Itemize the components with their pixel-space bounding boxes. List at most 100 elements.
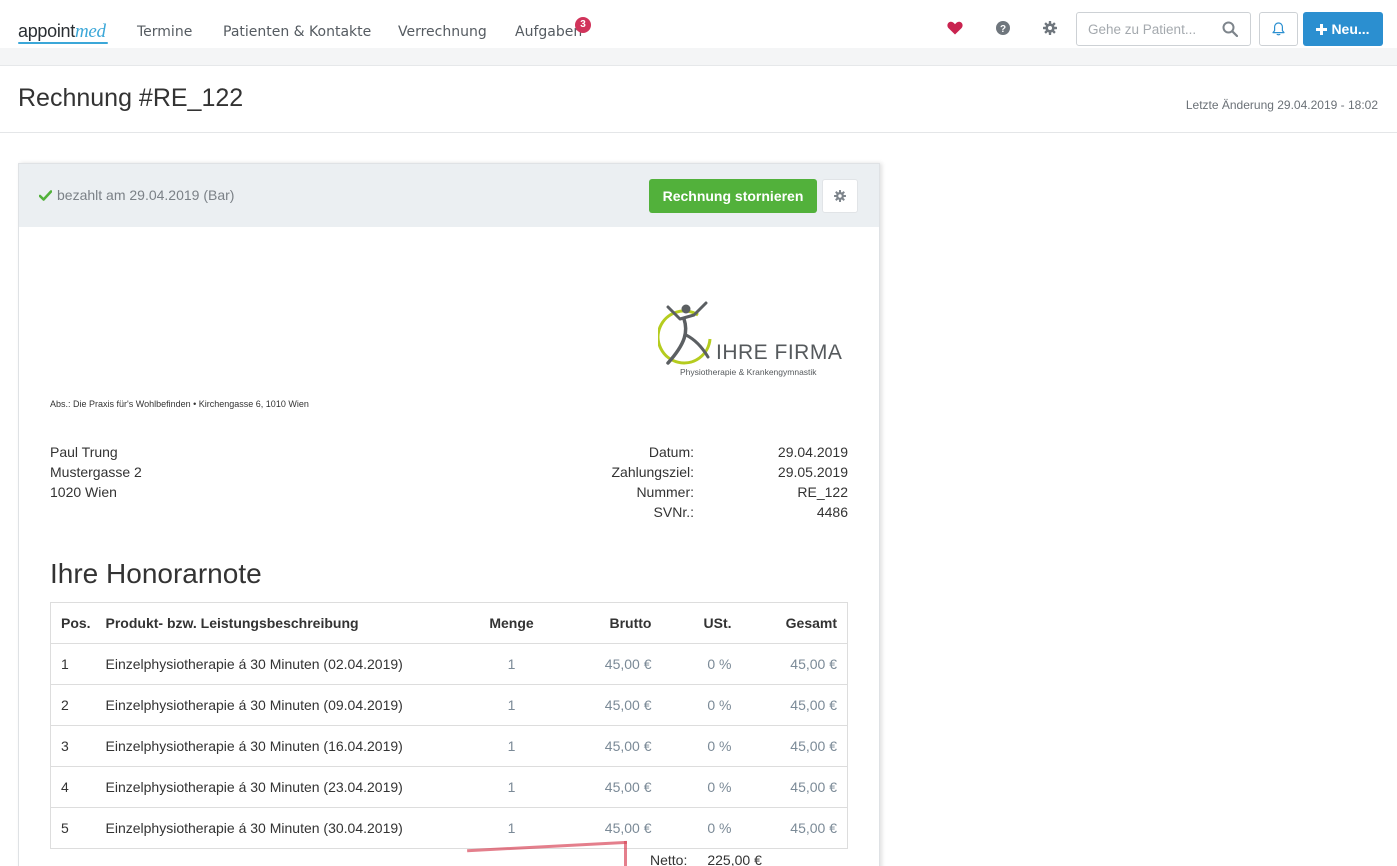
- sender-line: Abs.: Die Praxis für's Wohlbefinden • Ki…: [50, 399, 309, 409]
- table-row: 1 Einzelphysiotherapie á 30 Minuten (02.0…: [50, 643, 848, 685]
- tasks-count-badge: 3: [575, 17, 591, 33]
- meta-label: SVNr.:: [653, 504, 694, 520]
- search-input[interactable]: [1088, 20, 1218, 38]
- heart-icon: [947, 21, 963, 35]
- invoice-card: bezahlt am 29.04.2019 (Bar) Rechnung sto…: [18, 163, 880, 866]
- row-gross: 45,00 €: [556, 684, 662, 726]
- settings-button[interactable]: [1040, 18, 1060, 38]
- invoice-heading: Ihre Honorarnote: [50, 558, 262, 589]
- bell-icon: [1272, 22, 1285, 36]
- recipient-name: Paul Trung: [50, 444, 118, 460]
- meta-value: RE_122: [797, 484, 848, 500]
- row-description: Einzelphysiotherapie á 30 Minuten (02.04…: [105, 643, 467, 685]
- meta-value: 4486: [816, 504, 848, 520]
- nav-item-aufgaben[interactable]: Aufgaben: [515, 24, 582, 40]
- logo-underline: [18, 42, 108, 44]
- row-position: 4: [50, 766, 106, 808]
- logo-accent: med: [74, 21, 106, 42]
- cancel-invoice-button[interactable]: Rechnung stornieren: [649, 179, 817, 213]
- row-position: 2: [50, 684, 106, 726]
- row-description: Einzelphysiotherapie á 30 Minuten (09.04…: [105, 684, 467, 726]
- meta-label: Nummer:: [636, 484, 694, 500]
- meta-row-svnr: SVNr.: 4486: [590, 502, 848, 522]
- paid-stamp-mark: [624, 841, 627, 866]
- app-logo[interactable]: appointmed: [18, 21, 106, 43]
- row-quantity: 1: [466, 684, 557, 726]
- row-position: 3: [50, 725, 106, 767]
- row-total: 45,00 €: [741, 684, 848, 726]
- new-button-label: Neu...: [1331, 21, 1370, 37]
- gear-icon: [1043, 21, 1057, 35]
- invoice-items-table: Pos. Produkt- bzw. Leistungsbeschreibung…: [50, 602, 848, 849]
- row-description: Einzelphysiotherapie á 30 Minuten (16.04…: [105, 725, 467, 767]
- company-name: IHRE FIRMA: [716, 341, 843, 364]
- row-description: Einzelphysiotherapie á 30 Minuten (30.04…: [105, 807, 467, 849]
- meta-value: 29.04.2019: [777, 444, 848, 460]
- netto-total: Netto: 225,00 €: [650, 852, 762, 866]
- row-total: 45,00 €: [741, 807, 848, 849]
- invoice-settings-button[interactable]: [822, 179, 858, 213]
- row-description: Einzelphysiotherapie á 30 Minuten (23.04…: [105, 766, 467, 808]
- table-row: 5 Einzelphysiotherapie á 30 Minuten (30.0…: [50, 807, 848, 849]
- row-position: 5: [50, 807, 106, 849]
- gear-icon: [834, 190, 846, 202]
- patient-search[interactable]: [1076, 12, 1251, 46]
- company-subtitle: Physiotherapie & Krankengymnastik: [680, 367, 817, 377]
- table-header-row: Pos. Produkt- bzw. Leistungsbeschreibung…: [50, 602, 848, 644]
- search-icon[interactable]: [1222, 21, 1239, 41]
- nav-item-patienten[interactable]: Patienten & Kontakte: [223, 24, 371, 40]
- row-vat: 0 %: [661, 684, 742, 726]
- meta-row-datum: Datum: 29.04.2019: [590, 442, 848, 462]
- row-total: 45,00 €: [741, 643, 848, 685]
- nav-item-verrechnung[interactable]: Verrechnung: [398, 24, 487, 40]
- row-position: 1: [50, 643, 106, 685]
- table-row: 3 Einzelphysiotherapie á 30 Minuten (16.0…: [50, 725, 848, 767]
- row-vat: 0 %: [661, 643, 742, 685]
- help-icon: ?: [996, 21, 1010, 35]
- invoice-card-header: bezahlt am 29.04.2019 (Bar) Rechnung sto…: [19, 164, 879, 227]
- meta-label: Zahlungsziel:: [611, 464, 695, 480]
- check-icon: [39, 189, 52, 201]
- meta-row-zahlungsziel: Zahlungsziel: 29.05.2019: [590, 462, 849, 482]
- recipient-address: Paul Trung Mustergasse 2 1020 Wien: [50, 442, 142, 502]
- last-change-info: Letzte Änderung 29.04.2019 - 18:02: [1185, 98, 1378, 112]
- row-quantity: 1: [466, 643, 557, 685]
- meta-row-nummer: Nummer: RE_122: [590, 482, 848, 502]
- company-logo-mark: [658, 301, 712, 365]
- recipient-street: Mustergasse 2: [50, 464, 142, 480]
- column-header: Brutto: [556, 602, 662, 644]
- new-button[interactable]: Neu...: [1303, 12, 1383, 46]
- row-quantity: 1: [466, 766, 557, 808]
- row-vat: 0 %: [661, 807, 742, 849]
- column-header: USt.: [661, 602, 742, 644]
- row-quantity: 1: [466, 725, 557, 767]
- row-quantity: 1: [466, 807, 557, 849]
- svg-text:?: ?: [1000, 24, 1006, 35]
- table-row: 4 Einzelphysiotherapie á 30 Minuten (23.0…: [50, 766, 848, 808]
- navbar-subbar: [0, 48, 1397, 66]
- meta-value: 29.05.2019: [777, 464, 848, 480]
- help-button[interactable]: ?: [993, 18, 1013, 38]
- payment-status-text: bezahlt am 29.04.2019 (Bar): [57, 187, 235, 203]
- nav-item-termine[interactable]: Termine: [137, 24, 192, 40]
- column-header: Menge: [466, 602, 557, 644]
- row-vat: 0 %: [661, 766, 742, 808]
- column-header: Gesamt: [741, 602, 848, 644]
- payment-status: bezahlt am 29.04.2019 (Bar): [39, 187, 234, 203]
- page-title: Rechnung #RE_122: [18, 84, 244, 112]
- company-logo: IHRE FIRMA Physiotherapie & Krankengymna…: [658, 301, 848, 381]
- row-vat: 0 %: [661, 725, 742, 767]
- notifications-button[interactable]: [1259, 12, 1298, 46]
- netto-value: 225,00 €: [707, 852, 762, 866]
- top-navbar: appointmed Termine Patienten & Kontakte …: [0, 0, 1397, 48]
- favorites-button[interactable]: [945, 18, 965, 38]
- invoice-meta: Datum: 29.04.2019 Zahlungsziel: 29.05.2019…: [590, 442, 849, 522]
- row-gross: 45,00 €: [556, 725, 662, 767]
- row-gross: 45,00 €: [556, 643, 662, 685]
- netto-label: Netto:: [650, 852, 688, 866]
- meta-label: Datum:: [648, 444, 694, 460]
- table-row: 2 Einzelphysiotherapie á 30 Minuten (09.0…: [50, 684, 848, 726]
- plus-icon: [1316, 23, 1328, 35]
- recipient-city: 1020 Wien: [50, 484, 117, 500]
- column-header: Pos.: [50, 602, 106, 644]
